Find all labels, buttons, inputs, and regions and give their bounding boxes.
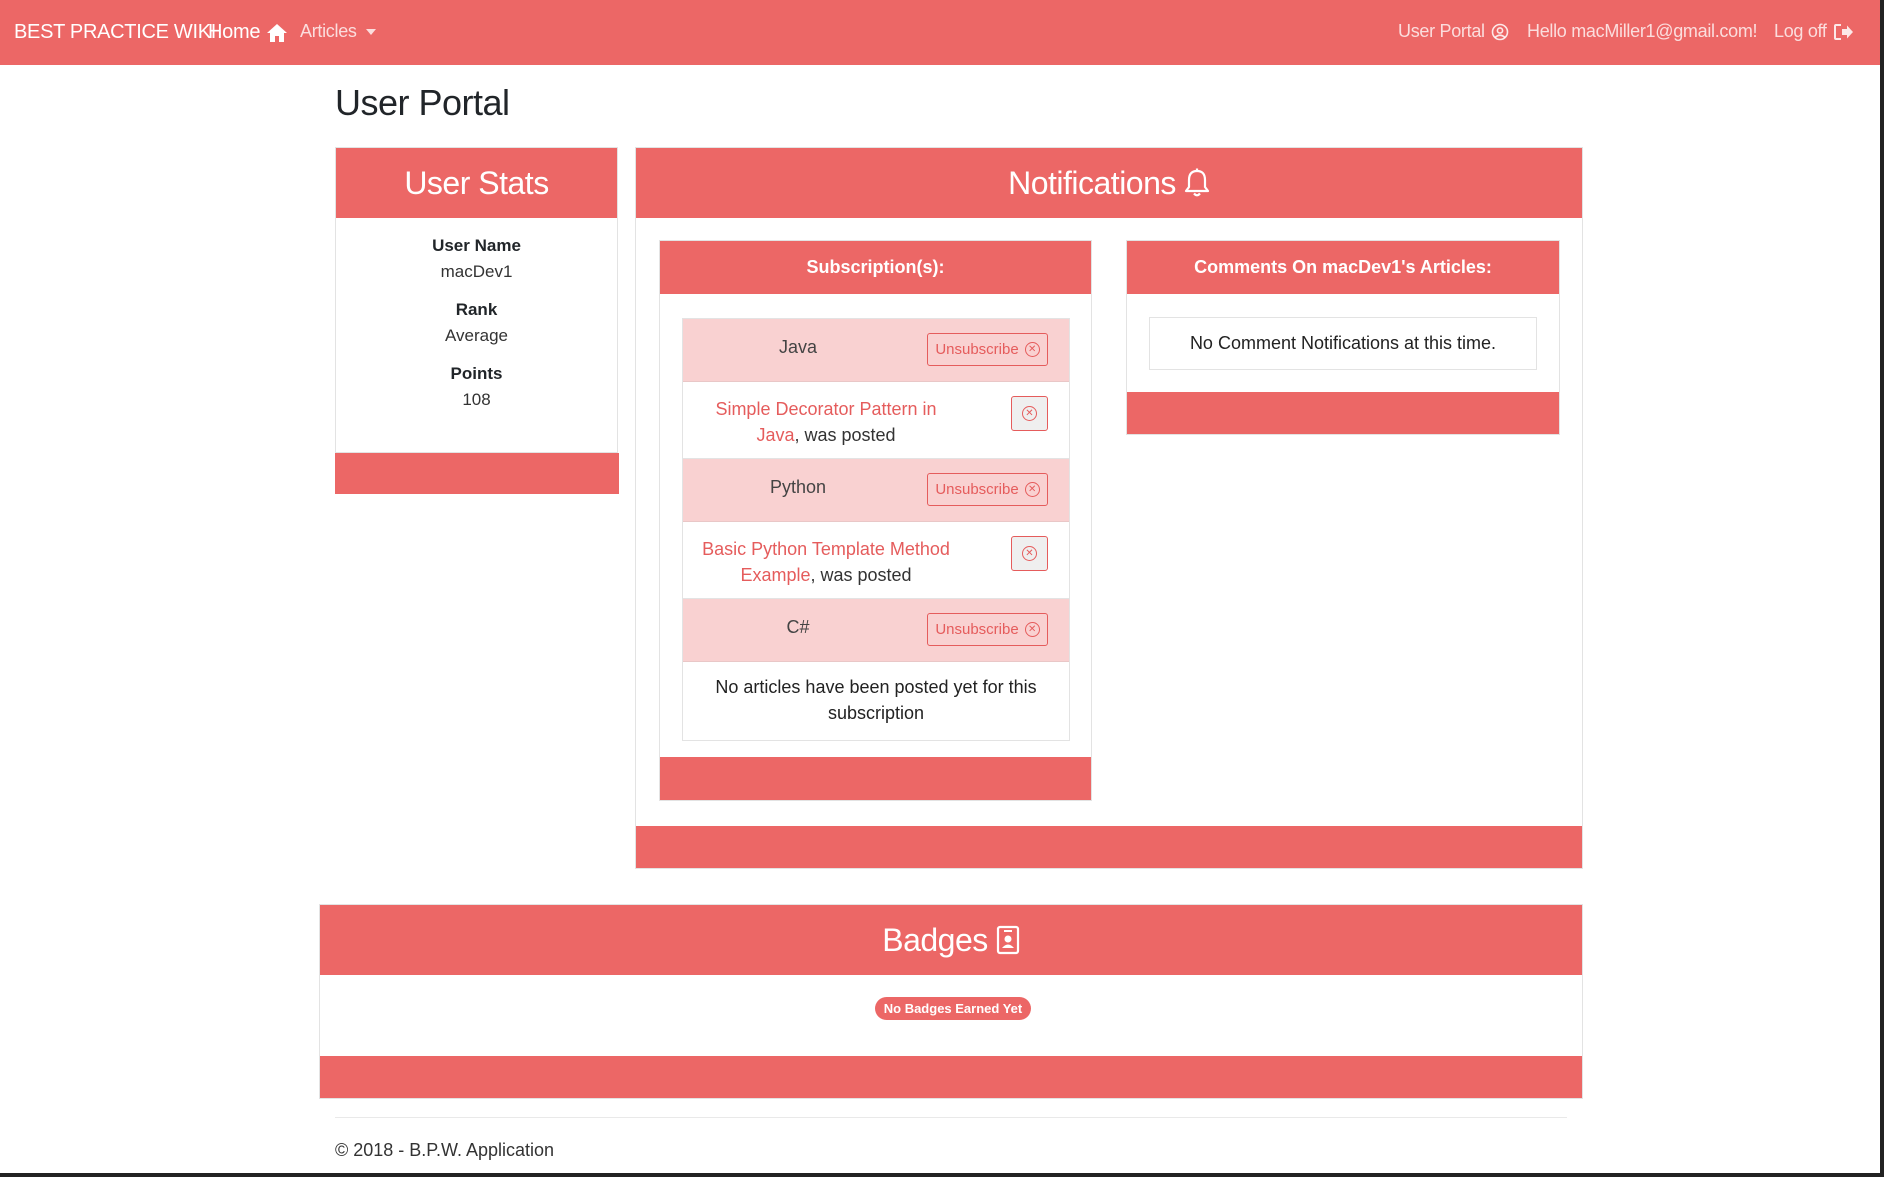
- article-suffix: , was posted: [810, 565, 912, 585]
- notifications-header: Notifications: [636, 148, 1582, 218]
- article-notification-text: Basic Python Template Method Example, wa…: [701, 536, 951, 588]
- page-title: User Portal: [335, 82, 510, 123]
- home-icon: [267, 23, 288, 42]
- dismiss-notification-button[interactable]: ✕: [1011, 396, 1048, 431]
- nav-home-link[interactable]: Home: [208, 21, 288, 44]
- article-notification-text: Simple Decorator Pattern in Java, was po…: [701, 396, 951, 448]
- badges-title: Badges: [882, 921, 988, 958]
- no-articles-message: No articles have been posted yet for thi…: [683, 662, 1069, 740]
- nav-logoff-link[interactable]: Log off: [1774, 21, 1855, 42]
- no-badges-pill: No Badges Earned Yet: [875, 997, 1031, 1020]
- id-badge-icon: [996, 925, 1019, 955]
- stat-rank: Rank Average: [336, 300, 617, 346]
- badges-card: Badges No Badges Earned Yet: [319, 904, 1583, 1099]
- stat-value: macDev1: [440, 262, 513, 281]
- comments-footer: [1127, 392, 1559, 434]
- times-circle-icon: ✕: [1022, 406, 1037, 421]
- stat-user-name: User Name macDev1: [336, 236, 617, 282]
- bell-icon: [1184, 168, 1209, 197]
- times-circle-icon: ✕: [1024, 342, 1040, 357]
- nav-logoff-label: Log off: [1774, 21, 1827, 41]
- times-circle-icon: ✕: [1022, 546, 1037, 561]
- stat-value: 108: [462, 390, 491, 409]
- subscriptions-footer: [660, 757, 1091, 800]
- nav-home-label: Home: [208, 21, 261, 43]
- badges-header: Badges: [320, 905, 1582, 975]
- stat-label: User Name: [432, 236, 521, 255]
- unsubscribe-csharp-button[interactable]: Unsubscribe ✕: [927, 613, 1048, 646]
- notifications-card: Notifications Subscription(s): Java Unsu…: [635, 147, 1583, 869]
- window-bottom-edge: [0, 1173, 1884, 1177]
- subscription-topic: Java: [778, 337, 818, 357]
- subscriptions-header: Subscription(s):: [660, 241, 1091, 294]
- unsubscribe-label: Unsubscribe: [935, 621, 1019, 638]
- unsubscribe-label: Unsubscribe: [935, 481, 1019, 498]
- caret-down-icon: [365, 28, 376, 35]
- times-circle-icon: ✕: [1024, 482, 1040, 497]
- article-notification-row: Basic Python Template Method Example, wa…: [683, 522, 1069, 599]
- dismiss-notification-button[interactable]: ✕: [1011, 536, 1048, 571]
- navbar: BEST PRACTICE WIKI Home Articles User Po…: [0, 0, 1884, 65]
- user-circle-icon: [1491, 23, 1509, 40]
- article-notification-row: Simple Decorator Pattern in Java, was po…: [683, 382, 1069, 459]
- unsubscribe-python-button[interactable]: Unsubscribe ✕: [927, 473, 1048, 506]
- subscription-topic: C#: [786, 617, 810, 637]
- subscription-row-python: Python Unsubscribe ✕: [683, 459, 1069, 522]
- unsubscribe-label: Unsubscribe: [935, 341, 1019, 358]
- footer-copyright: © 2018 - B.P.W. Application: [335, 1140, 555, 1160]
- user-stats-card: User Stats User Name macDev1 Rank Averag…: [335, 147, 619, 494]
- subscription-row-java: Java Unsubscribe ✕: [683, 319, 1069, 382]
- comments-card: Comments On macDev1's Articles: No Comme…: [1126, 240, 1560, 435]
- nav-articles-dropdown[interactable]: Articles: [300, 21, 376, 42]
- sign-out-icon: [1833, 23, 1853, 40]
- subscription-row-csharp: C# Unsubscribe ✕: [683, 599, 1069, 662]
- footer-divider: [335, 1117, 1567, 1118]
- no-comments-message: No Comment Notifications at this time.: [1149, 317, 1537, 370]
- user-stats-header: User Stats: [336, 148, 617, 218]
- brand-link[interactable]: BEST PRACTICE WIKI: [14, 21, 216, 44]
- stat-label: Points: [450, 364, 503, 383]
- nav-greeting-link[interactable]: Hello macMiller1@gmail.com!: [1527, 21, 1758, 42]
- subscription-topic: Python: [769, 477, 827, 497]
- window-right-edge: [1880, 0, 1884, 1177]
- subscription-list: Java Unsubscribe ✕ Simple Decorator Patt…: [682, 318, 1070, 741]
- times-circle-icon: ✕: [1024, 622, 1040, 637]
- comments-header: Comments On macDev1's Articles:: [1127, 241, 1559, 294]
- article-suffix: , was posted: [794, 425, 896, 445]
- notifications-title: Notifications: [1008, 164, 1176, 201]
- stat-label: Rank: [455, 300, 498, 319]
- badges-footer: [320, 1056, 1582, 1098]
- nav-articles-label: Articles: [300, 21, 357, 41]
- unsubscribe-java-button[interactable]: Unsubscribe ✕: [927, 333, 1048, 366]
- nav-user-portal-label: User Portal: [1398, 21, 1485, 41]
- user-stats-footer: [335, 453, 619, 494]
- notifications-footer: [636, 826, 1582, 868]
- stat-value: Average: [444, 326, 508, 345]
- stat-points: Points 108: [336, 364, 617, 410]
- nav-user-portal-link[interactable]: User Portal: [1398, 21, 1509, 42]
- subscriptions-card: Subscription(s): Java Unsubscribe ✕ Simp…: [659, 240, 1092, 801]
